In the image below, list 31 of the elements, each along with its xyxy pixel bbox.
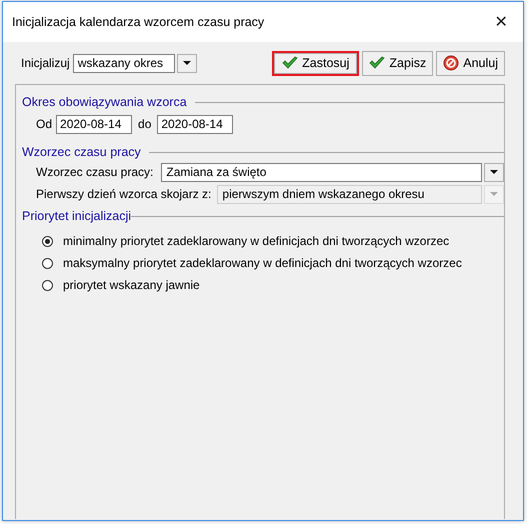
check-icon bbox=[369, 56, 386, 70]
check-icon bbox=[282, 56, 298, 70]
section-title: Okres obowiązywania wzorca bbox=[22, 95, 187, 109]
init-label: Inicjalizuj bbox=[21, 56, 70, 70]
close-button[interactable]: ✕ bbox=[479, 12, 523, 32]
radio-label: priorytet wskazany jawnie bbox=[63, 278, 200, 292]
dropdown-button[interactable] bbox=[484, 162, 504, 182]
field-label: Pierwszy dzień wzorca skojarz z: bbox=[36, 187, 212, 201]
window-title: Inicjalizacja kalendarza wzorcem czasu pracy bbox=[12, 15, 264, 29]
dialog-button[interactable]: Zapisz bbox=[362, 50, 434, 76]
radio-label: minimalny priorytet zadeklarowany w definicjach dni tworzących wzorzec bbox=[63, 234, 450, 248]
caret-icon bbox=[182, 61, 191, 65]
caret-icon bbox=[490, 192, 498, 196]
field-label: Wzorzec czasu pracy: bbox=[36, 165, 154, 179]
dialog-button[interactable]: Anuluj bbox=[436, 50, 505, 76]
to-label: do bbox=[138, 117, 152, 131]
radio-button[interactable] bbox=[42, 236, 53, 246]
caret-icon bbox=[490, 170, 498, 174]
radio-label: maksymalny priorytet zadeklarowany w definicjach dni tworzących wzorzec bbox=[63, 256, 462, 270]
cancel-icon bbox=[443, 55, 460, 71]
pattern-dropdown[interactable]: Zamiana za święto bbox=[161, 162, 482, 182]
radio-button[interactable] bbox=[42, 258, 53, 268]
radio-button[interactable] bbox=[42, 280, 53, 290]
from-label: Od bbox=[36, 117, 52, 131]
date-field[interactable]: 2020-08-14 bbox=[56, 114, 132, 134]
init-dropdown[interactable]: wskazany okres bbox=[72, 54, 175, 72]
dialog-button[interactable]: Zastosuj bbox=[272, 50, 360, 76]
dropdown-button[interactable] bbox=[176, 54, 197, 72]
date-field[interactable]: 2020-08-14 bbox=[157, 114, 234, 134]
section-title: Priorytet inicjalizacji bbox=[22, 209, 132, 223]
section-title: Wzorzec czasu pracy bbox=[22, 145, 141, 159]
